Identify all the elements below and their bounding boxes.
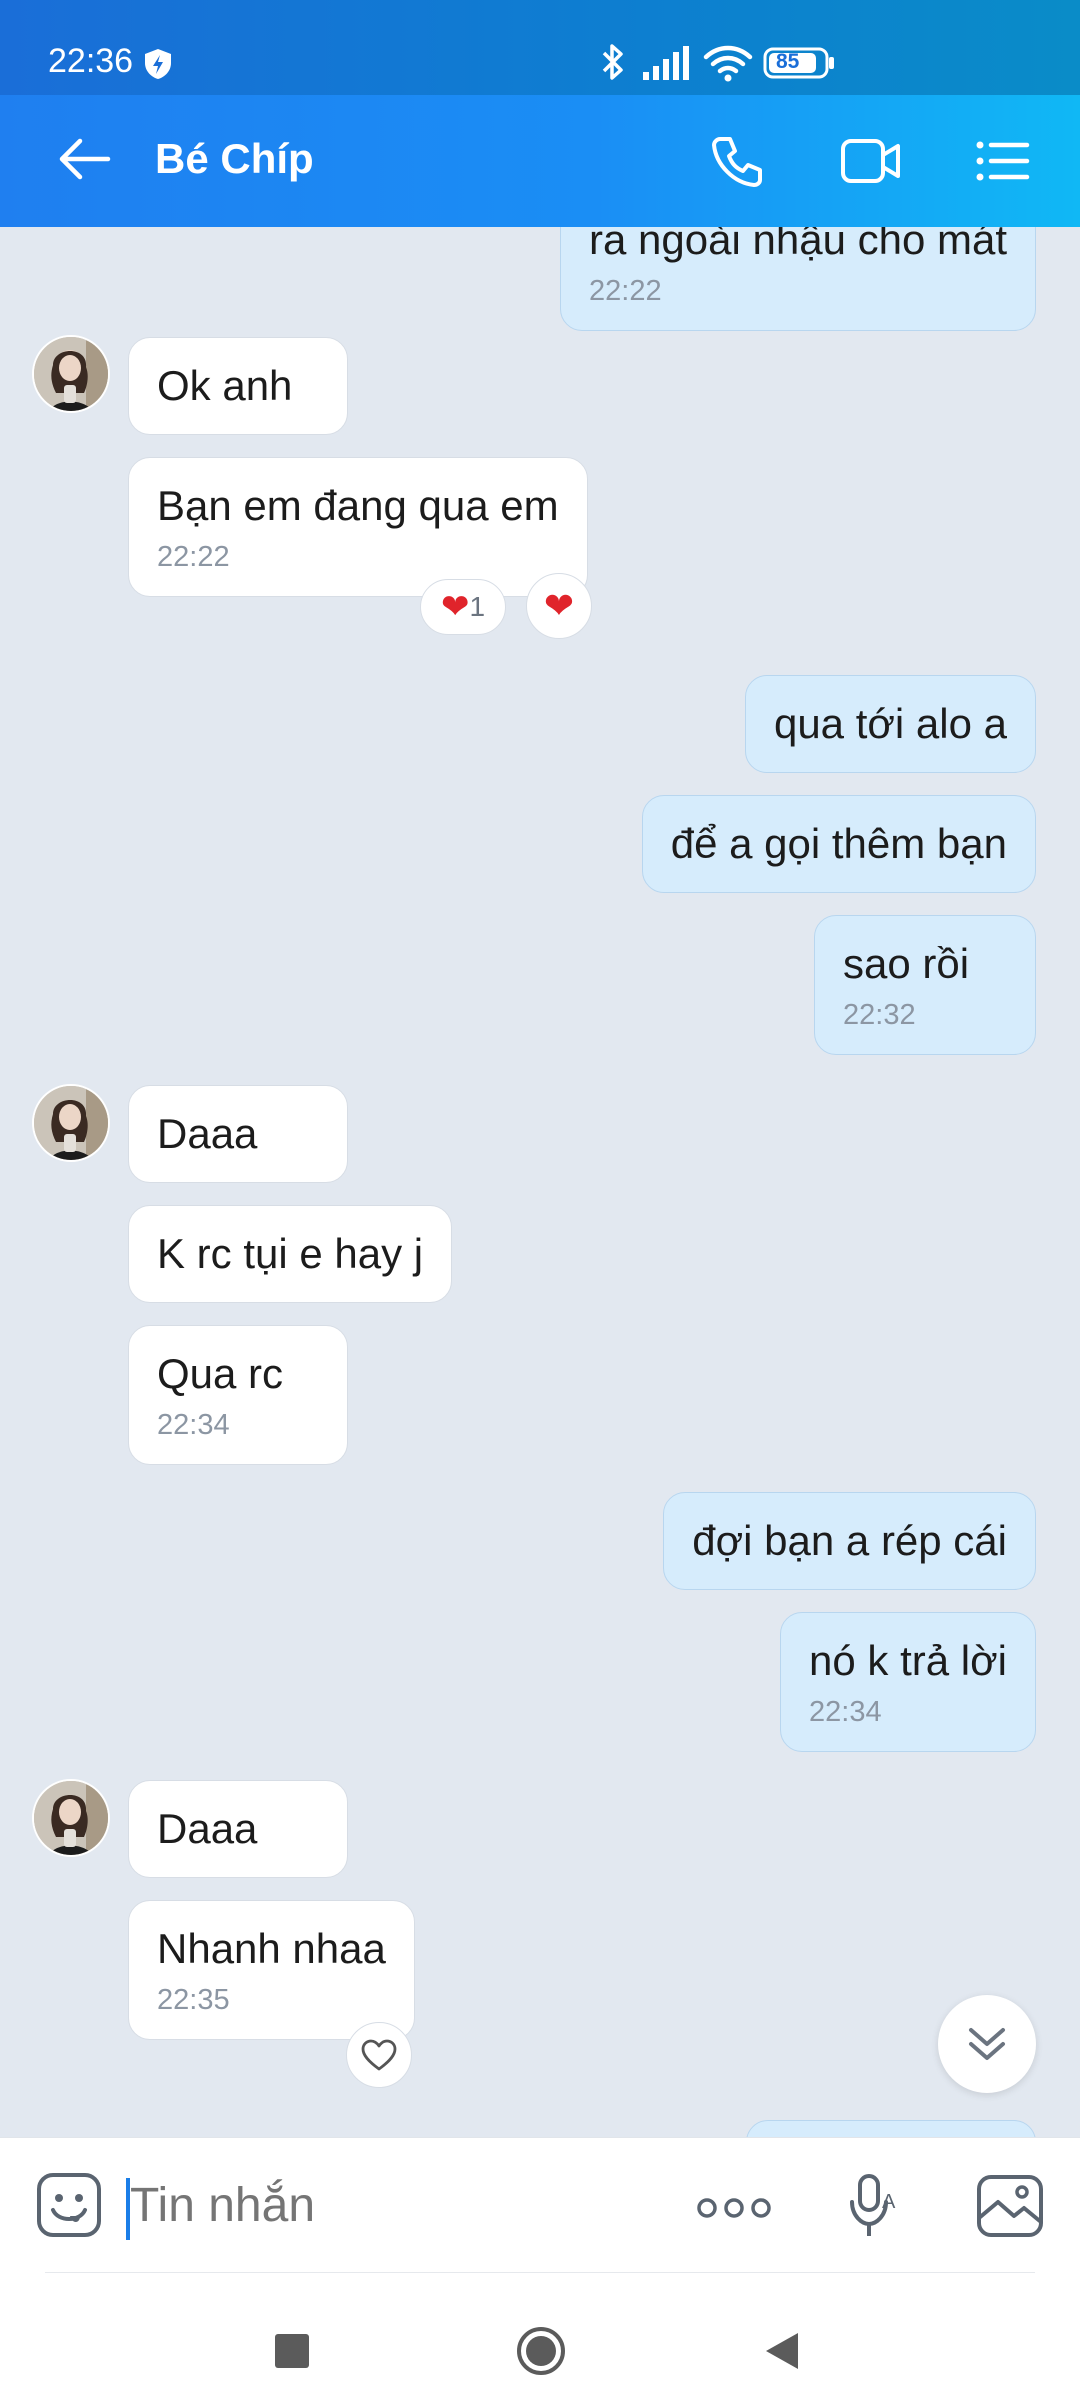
chat-header: Bé Chíp bbox=[0, 95, 1080, 227]
phone-icon[interactable] bbox=[710, 133, 766, 194]
message-text: Ok anh bbox=[157, 362, 293, 409]
message-text: để a gọi thêm bạn bbox=[670, 820, 1007, 867]
more-options-icon[interactable] bbox=[697, 2196, 771, 2225]
message-text: nó k trả lời bbox=[809, 1637, 1007, 1684]
message-input[interactable] bbox=[130, 2178, 650, 2233]
message-bubble-out[interactable]: để a gọi thêm bạn bbox=[641, 795, 1036, 893]
double-chevron-down-icon bbox=[969, 2028, 1005, 2060]
message-bubble-out[interactable]: ra ngoài nhậu cho mát 22:22 bbox=[560, 227, 1036, 331]
signal-icon bbox=[643, 46, 689, 85]
avatar[interactable] bbox=[32, 1779, 110, 1857]
heart-reaction-icon: ❤ bbox=[543, 585, 575, 626]
svg-text:A: A bbox=[882, 2191, 896, 2213]
video-call-icon[interactable] bbox=[840, 137, 902, 190]
message-bubble-in[interactable]: Bạn em đang qua em 22:22 bbox=[128, 457, 588, 597]
heart-reaction-icon: ❤ bbox=[440, 588, 470, 626]
react-button[interactable] bbox=[346, 2022, 412, 2088]
react-button[interactable]: ❤ bbox=[526, 573, 592, 639]
message-text: qua tới alo a bbox=[773, 700, 1007, 747]
message-bubble-out[interactable] bbox=[746, 2120, 1036, 2137]
system-nav-bar bbox=[0, 2272, 1080, 2400]
list-menu-icon[interactable] bbox=[975, 139, 1031, 188]
message-bubble-out[interactable]: sao rồi 22:32 bbox=[814, 915, 1036, 1055]
message-bubble-in[interactable]: Nhanh nhaa 22:35 bbox=[128, 1900, 415, 2040]
message-bubble-out[interactable]: nó k trả lời 22:34 bbox=[780, 1612, 1036, 1752]
message-text: Qua rc bbox=[157, 1350, 284, 1397]
message-time: 22:32 bbox=[843, 999, 916, 1031]
message-text: Bạn em đang qua em bbox=[157, 482, 559, 529]
avatar[interactable] bbox=[32, 1084, 110, 1162]
reaction-summary[interactable]: ❤ 1 bbox=[420, 579, 506, 635]
emoji-icon[interactable] bbox=[36, 2172, 102, 2243]
message-bubble-out[interactable]: đợi bạn a rép cái bbox=[663, 1492, 1036, 1590]
back-triangle-icon[interactable] bbox=[762, 2330, 802, 2377]
message-text: Daaa bbox=[157, 1110, 258, 1157]
recents-icon[interactable] bbox=[275, 2334, 309, 2368]
message-time: 22:22 bbox=[157, 541, 230, 573]
back-arrow-icon[interactable] bbox=[56, 137, 112, 186]
message-time: 22:34 bbox=[157, 1409, 230, 1441]
message-bubble-out[interactable]: qua tới alo a bbox=[744, 675, 1036, 773]
voice-to-text-icon[interactable]: A bbox=[848, 2172, 902, 2245]
message-bubble-in[interactable]: K rc tụi e hay j bbox=[128, 1205, 453, 1303]
message-bubble-in[interactable]: Qua rc 22:34 bbox=[128, 1325, 348, 1465]
home-icon[interactable] bbox=[516, 2326, 566, 2376]
message-text: ra ngoài nhậu cho mát bbox=[589, 227, 1007, 263]
shield-check-icon bbox=[143, 48, 173, 85]
wifi-icon bbox=[703, 44, 753, 87]
message-time: 22:22 bbox=[589, 275, 662, 307]
heart-outline-icon bbox=[361, 2039, 397, 2071]
message-list[interactable]: ra ngoài nhậu cho mát 22:22 Ok anh Bạn e… bbox=[0, 227, 1080, 2137]
status-bar: 22:36 85 bbox=[0, 0, 1080, 95]
battery-level: 85 bbox=[776, 50, 800, 73]
avatar[interactable] bbox=[32, 335, 110, 413]
status-time: 22:36 bbox=[48, 42, 134, 80]
contact-name[interactable]: Bé Chíp bbox=[155, 135, 314, 183]
divider bbox=[45, 2272, 1035, 2273]
composer: A bbox=[0, 2137, 1080, 2272]
message-bubble-in[interactable]: Ok anh bbox=[128, 337, 348, 435]
battery-icon: 85 bbox=[763, 47, 835, 84]
reaction-count: 1 bbox=[469, 591, 486, 622]
message-text: Daaa bbox=[157, 1805, 258, 1852]
message-text: Nhanh nhaa bbox=[157, 1925, 386, 1972]
message-text: đợi bạn a rép cái bbox=[692, 1517, 1007, 1564]
message-text: sao rồi bbox=[843, 940, 970, 987]
bluetooth-icon bbox=[600, 42, 626, 87]
message-bubble-in[interactable]: Daaa bbox=[128, 1085, 348, 1183]
message-text: K rc tụi e hay j bbox=[157, 1230, 424, 1277]
image-gallery-icon[interactable] bbox=[976, 2174, 1044, 2243]
message-time: 22:34 bbox=[809, 1696, 882, 1728]
message-time: 22:35 bbox=[157, 1984, 230, 2016]
message-bubble-in[interactable]: Daaa bbox=[128, 1780, 348, 1878]
scroll-to-bottom-button[interactable] bbox=[938, 1995, 1036, 2093]
